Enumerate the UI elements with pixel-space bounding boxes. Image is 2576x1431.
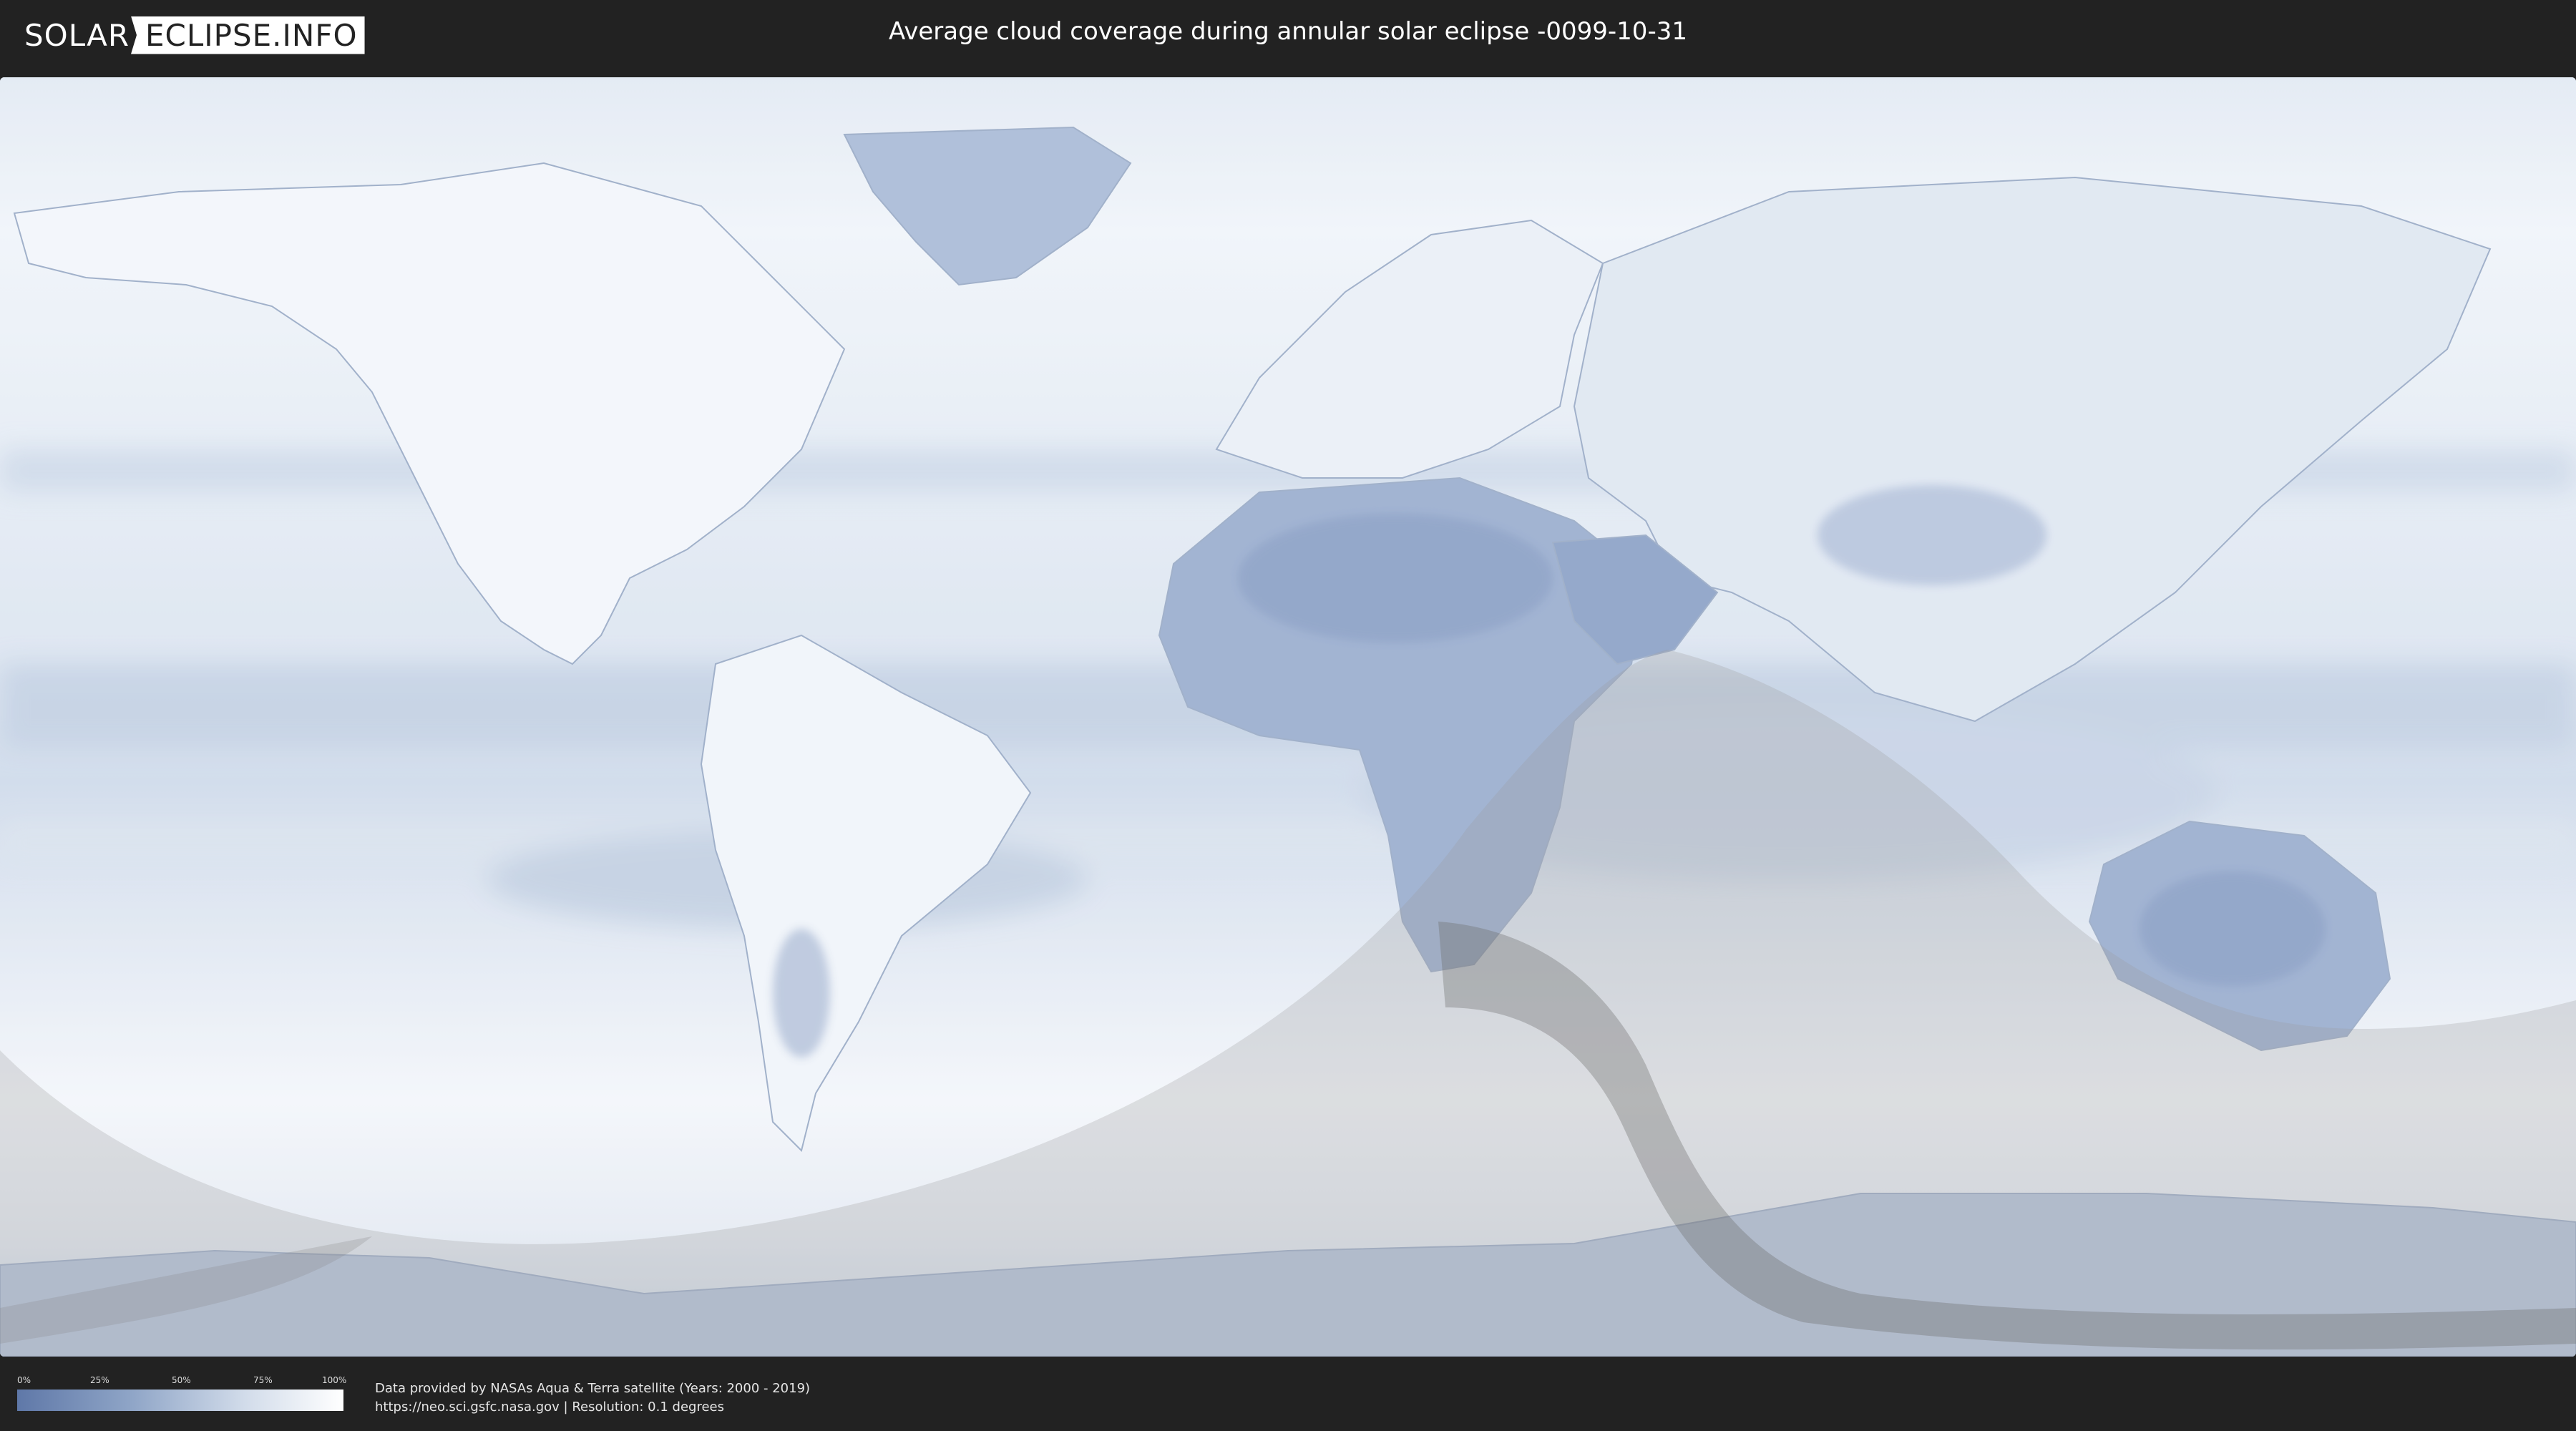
credit-line-url: https://neo.sci.gsfc.nasa.gov | Resoluti… [375, 1400, 724, 1415]
data-credits: Data provided by NASAs Aqua & Terra sate… [375, 1379, 810, 1417]
legend-tick-50: 50% [172, 1375, 191, 1385]
cloud-coverage-map [0, 77, 2576, 1357]
cloud-legend: 0% 25% 50% 75% 100% [17, 1375, 347, 1411]
legend-tick-0: 0% [17, 1375, 31, 1385]
credit-line-source: Data provided by NASAs Aqua & Terra sate… [375, 1381, 811, 1396]
map-canvas [0, 77, 2576, 1357]
haze-overlay [0, 77, 2576, 1357]
legend-tick-25: 25% [90, 1375, 109, 1385]
legend-tick-75: 75% [253, 1375, 273, 1385]
footer-bar: 0% 25% 50% 75% 100% Data provided by NAS… [0, 1359, 2576, 1431]
legend-ticks: 0% 25% 50% 75% 100% [17, 1375, 347, 1387]
legend-tick-100: 100% [322, 1375, 347, 1385]
page-title: Average cloud coverage during annular so… [889, 17, 1687, 46]
legend-gradient-bar [17, 1390, 343, 1411]
header-bar: SOLAR ECLIPSE.INFO Average cloud coverag… [0, 0, 2576, 72]
